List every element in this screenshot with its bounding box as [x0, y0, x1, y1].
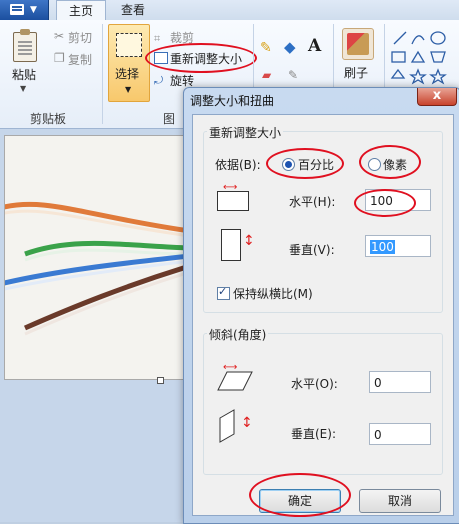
skew-group-label: 倾斜(角度): [207, 326, 269, 343]
copy-button[interactable]: 复制: [68, 51, 92, 68]
skew-groupbox: [203, 333, 443, 475]
paste-icon[interactable]: [13, 29, 37, 62]
vertical-label: 垂直(V):: [289, 243, 335, 257]
vertical-arrows-icon: ↕: [243, 233, 255, 249]
app-menu-button[interactable]: ▼: [0, 0, 49, 20]
skew-horizontal-input[interactable]: 0: [369, 371, 431, 393]
fill-icon[interactable]: ◆: [284, 38, 300, 56]
canvas-image[interactable]: [4, 135, 186, 380]
brush-glyph: [347, 33, 369, 55]
skew-vertical-arrows-icon: ↕: [241, 415, 253, 431]
pencil-icon[interactable]: ✎: [260, 40, 276, 56]
skew-vertical-label: 垂直(E):: [291, 427, 336, 441]
shapes-gallery[interactable]: [390, 28, 456, 86]
cut-icon: ✂: [54, 29, 65, 43]
horizontal-resize-icon: [217, 191, 249, 211]
skew-vertical-icon: [219, 409, 235, 443]
crop-button[interactable]: 裁剪: [170, 29, 194, 46]
tab-view[interactable]: 查看: [110, 0, 156, 20]
brush-icon[interactable]: [342, 28, 374, 60]
cable-photo: [5, 136, 185, 379]
select-icon: [116, 33, 142, 57]
chevron-down-icon: ▼: [30, 5, 37, 15]
select-chevron-down-icon: ▼: [125, 85, 132, 94]
skew-horizontal-label: 水平(O):: [291, 377, 338, 391]
crop-icon: ⌗: [154, 32, 161, 45]
by-label: 依据(B):: [215, 158, 261, 172]
brushes-button[interactable]: 刷子: [344, 64, 368, 81]
keep-ratio-label[interactable]: 保持纵横比(M): [233, 285, 313, 302]
tab-home[interactable]: 主页: [56, 0, 106, 22]
select-button-label: 选择: [115, 67, 140, 81]
resize-button[interactable]: 重新调整大小: [170, 50, 242, 67]
percent-label[interactable]: 百分比: [298, 156, 334, 173]
horizontal-label: 水平(H):: [289, 195, 336, 209]
horizontal-input[interactable]: 100: [365, 189, 431, 211]
cancel-button[interactable]: 取消: [359, 489, 441, 513]
dialog-body: 重新调整大小 依据(B): 百分比 像素 ⟷ 水平(H): 100 ↕ 垂直(V…: [192, 114, 454, 517]
skew-horizontal-icon: [217, 371, 253, 391]
vertical-input[interactable]: 100: [365, 235, 431, 257]
ribbon-divider: [102, 24, 103, 124]
ok-button[interactable]: 确定: [259, 489, 341, 513]
eraser-icon[interactable]: ▰: [262, 68, 278, 84]
select-button[interactable]: 选择 ▼: [108, 24, 150, 102]
image-group-label: 图: [163, 112, 176, 126]
cut-button[interactable]: 剪切: [68, 29, 92, 46]
ribbon-divider: [253, 24, 254, 94]
resize-skew-dialog: 调整大小和扭曲 x 重新调整大小 依据(B): 百分比 像素 ⟷ 水平(H): …: [183, 87, 459, 524]
rotate-icon: ⤾: [154, 74, 164, 87]
skew-vertical-input[interactable]: 0: [369, 423, 431, 445]
app-menu-icon: [10, 4, 24, 15]
paste-button-label[interactable]: 粘贴: [12, 66, 36, 83]
vertical-resize-icon: [221, 229, 241, 261]
resize-icon: [154, 52, 168, 64]
resize-group-label: 重新调整大小: [207, 124, 284, 141]
keep-ratio-checkbox[interactable]: [217, 285, 230, 300]
clipboard-group-label: 剪贴板: [30, 112, 67, 126]
text-tool-icon[interactable]: A: [308, 36, 324, 56]
copy-icon: ❐: [54, 51, 65, 65]
paste-chevron-down-icon[interactable]: ▼: [20, 84, 26, 93]
resize-handle[interactable]: [157, 377, 164, 384]
color-picker-icon[interactable]: ✎: [288, 68, 304, 84]
ribbon-divider: [333, 24, 334, 94]
percent-radio[interactable]: [282, 158, 295, 171]
pixels-radio[interactable]: [368, 158, 381, 171]
close-button[interactable]: x: [417, 88, 457, 106]
vertical-input-selected-text: 100: [370, 240, 395, 254]
pixels-label[interactable]: 像素: [383, 156, 407, 173]
dialog-title: 调整大小和扭曲: [190, 94, 275, 108]
ribbon-divider: [384, 24, 385, 94]
